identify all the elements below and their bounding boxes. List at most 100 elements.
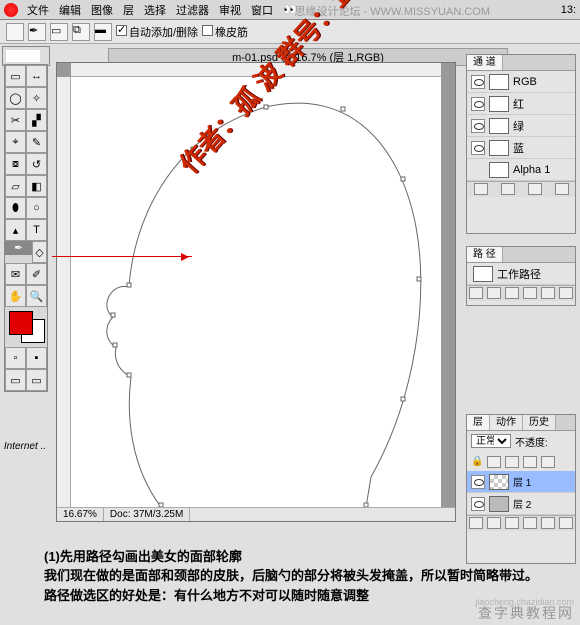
- new-channel-icon[interactable]: [528, 183, 542, 195]
- channel-label: RGB: [513, 76, 537, 88]
- menu-edit[interactable]: 编辑: [54, 2, 86, 18]
- quickmask-off-icon[interactable]: ▫: [5, 347, 26, 369]
- fill-path-icon[interactable]: [469, 287, 483, 299]
- pen-tool[interactable]: ✒: [5, 241, 32, 255]
- blur-tool[interactable]: ⬮: [5, 197, 26, 219]
- hand-tool[interactable]: ✋: [5, 285, 26, 307]
- zoom-value[interactable]: 16.67%: [57, 508, 104, 521]
- menu-filter[interactable]: 过滤器: [171, 2, 214, 18]
- trash-icon[interactable]: [559, 287, 573, 299]
- rubberband-label: 橡皮筋: [215, 27, 248, 39]
- path-to-sel-icon[interactable]: [505, 287, 519, 299]
- lock-pixel-icon[interactable]: [505, 456, 519, 468]
- crop-tool[interactable]: ✂: [5, 109, 26, 131]
- quickmask-on-icon[interactable]: ▪: [26, 347, 47, 369]
- load-selection-icon[interactable]: [474, 183, 488, 195]
- menu-select[interactable]: 选择: [139, 2, 171, 18]
- history-tab[interactable]: 历史: [523, 415, 556, 430]
- channel-label: 红: [513, 96, 524, 112]
- eye-icon[interactable]: [471, 119, 485, 133]
- channels-tab[interactable]: 通 道: [467, 55, 503, 70]
- lock-trans-icon[interactable]: [487, 456, 501, 468]
- navigator-thumb[interactable]: [2, 46, 50, 66]
- menu-image[interactable]: 图像: [86, 2, 118, 18]
- rubberband-checkbox[interactable]: [202, 25, 213, 36]
- tool-preset-icon[interactable]: ✒: [28, 23, 46, 41]
- channel-row-alpha[interactable]: Alpha 1: [467, 159, 575, 181]
- lock-pos-icon[interactable]: [523, 456, 537, 468]
- shape-tool[interactable]: ◇: [32, 241, 47, 263]
- eye-icon[interactable]: [471, 75, 485, 89]
- path-thumb: [473, 266, 493, 282]
- channel-row-rgb[interactable]: RGB: [467, 71, 575, 93]
- menu-file[interactable]: 文件: [22, 2, 54, 18]
- trash-icon[interactable]: [555, 183, 569, 195]
- stroke-path-icon[interactable]: [487, 287, 501, 299]
- new-layer-icon[interactable]: [541, 517, 555, 529]
- ruler-vertical[interactable]: [57, 77, 71, 507]
- marquee-tool[interactable]: ▭: [5, 65, 26, 87]
- trash-icon[interactable]: [559, 517, 573, 529]
- path-row-work[interactable]: 工作路径: [467, 263, 575, 285]
- path-mode-shape-icon[interactable]: ▭: [50, 23, 68, 41]
- color-swatches[interactable]: [7, 309, 47, 345]
- move-tool[interactable]: ↔: [26, 65, 47, 87]
- screen-std-icon[interactable]: ▭: [5, 369, 26, 391]
- eyedropper-tool[interactable]: ✐: [26, 263, 47, 285]
- eye-icon[interactable]: [471, 497, 485, 511]
- menu-window[interactable]: 窗口: [246, 2, 278, 18]
- layers-tab[interactable]: 层: [467, 415, 490, 430]
- layers-panel: 层 动作 历史 正常 不透度: 🔒 层 1 层 2: [466, 414, 576, 564]
- zoom-tool[interactable]: 🔍: [26, 285, 47, 307]
- apple-icon[interactable]: [4, 3, 18, 17]
- menu-view[interactable]: 审视: [214, 2, 246, 18]
- adjust-layer-icon[interactable]: [523, 517, 537, 529]
- airbrush-tool[interactable]: ⌖: [5, 131, 26, 153]
- channel-label: 蓝: [513, 140, 524, 156]
- layer-set-icon[interactable]: [505, 517, 519, 529]
- brush-tool[interactable]: ✎: [26, 131, 47, 153]
- channel-row-blue[interactable]: 蓝: [467, 137, 575, 159]
- dodge-tool[interactable]: ○: [26, 197, 47, 219]
- head-outline-path[interactable]: [71, 77, 441, 507]
- layer-row-1[interactable]: 层 1: [467, 471, 575, 493]
- gradient-tool[interactable]: ◧: [26, 175, 47, 197]
- ruler-horizontal[interactable]: [71, 63, 441, 77]
- blend-mode-select[interactable]: 正常: [471, 434, 511, 448]
- path-select-tool[interactable]: ▴: [5, 219, 26, 241]
- path-mode-fill-icon[interactable]: ▬: [94, 23, 112, 41]
- eye-icon[interactable]: [471, 141, 485, 155]
- type-tool[interactable]: T: [26, 219, 47, 241]
- sel-to-path-icon[interactable]: [523, 287, 537, 299]
- wand-tool[interactable]: ✧: [26, 87, 47, 109]
- option-grip[interactable]: [6, 23, 24, 41]
- caption-line-1: (1)先用路径勾画出美女的面部轮廓: [44, 547, 570, 567]
- channel-thumb: [489, 162, 509, 178]
- screen-full-icon[interactable]: ▭: [26, 369, 47, 391]
- top-watermark: 思缘设计论坛 - WWW.MISSYUAN.COM: [294, 3, 490, 19]
- auto-add-checkbox[interactable]: [116, 25, 127, 36]
- channel-row-red[interactable]: 红: [467, 93, 575, 115]
- slice-tool[interactable]: ▞: [26, 109, 47, 131]
- eye-icon[interactable]: [471, 475, 485, 489]
- paths-tab[interactable]: 路 径: [467, 247, 503, 262]
- channel-row-green[interactable]: 绿: [467, 115, 575, 137]
- channel-label: Alpha 1: [513, 164, 550, 176]
- layer-row-2[interactable]: 层 2: [467, 493, 575, 515]
- fg-color-swatch[interactable]: [9, 311, 33, 335]
- eye-icon[interactable]: [471, 97, 485, 111]
- notes-tool[interactable]: ✉: [5, 263, 26, 285]
- layer-style-icon[interactable]: [469, 517, 483, 529]
- history-brush-tool[interactable]: ↺: [26, 153, 47, 175]
- menu-layer[interactable]: 层: [118, 2, 139, 18]
- path-mode-path-icon[interactable]: ⧉: [72, 23, 90, 41]
- canvas[interactable]: [71, 77, 441, 507]
- save-selection-icon[interactable]: [501, 183, 515, 195]
- eraser-tool[interactable]: ▱: [5, 175, 26, 197]
- lasso-tool[interactable]: ◯: [5, 87, 26, 109]
- layer-mask-icon[interactable]: [487, 517, 501, 529]
- new-path-icon[interactable]: [541, 287, 555, 299]
- actions-tab[interactable]: 动作: [490, 415, 523, 430]
- lock-all-icon[interactable]: [541, 456, 555, 468]
- stamp-tool[interactable]: ⧇: [5, 153, 26, 175]
